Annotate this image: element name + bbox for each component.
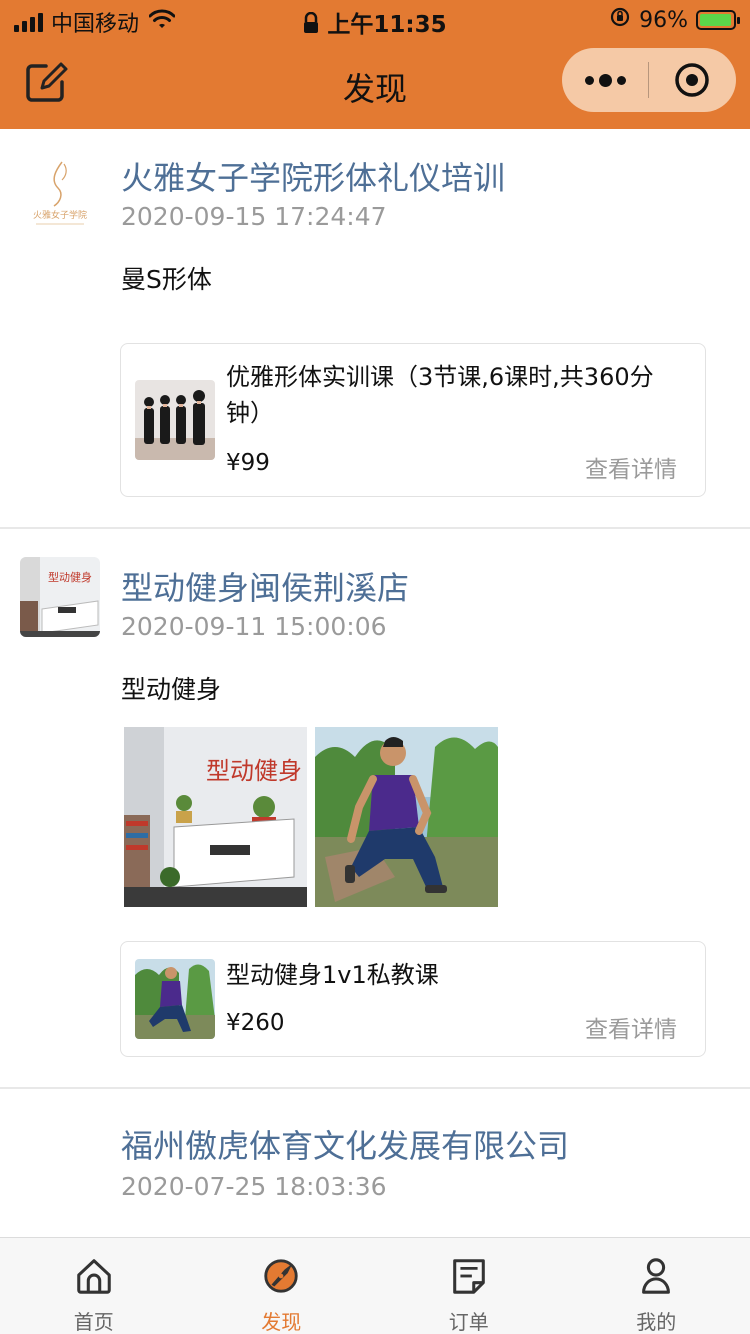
gym-front-desk-image: 型动健身	[20, 557, 100, 637]
svg-text:型动健身: 型动健身	[48, 570, 92, 584]
shop-name[interactable]: 火雅女子学院形体礼仪培训	[121, 153, 505, 199]
target-icon	[675, 63, 709, 97]
battery-percent: 96%	[639, 7, 688, 33]
tab-discover[interactable]: 发现	[188, 1238, 376, 1334]
feed-post: 火雅女子学院 火雅女子学院形体礼仪培训 2020-09-15 17:24:47 …	[0, 129, 750, 529]
course-price: ¥99	[226, 450, 270, 476]
course-name: 优雅形体实训课（3节课,6课时,共360分钟）	[226, 363, 654, 427]
post-time: 2020-07-25 18:03:36	[121, 1172, 387, 1201]
shop-name[interactable]: 型动健身闽侯荆溪店	[121, 563, 409, 609]
gym-reception-photo: 型动健身	[124, 727, 307, 907]
post-time: 2020-09-15 17:24:47	[121, 202, 387, 231]
navigation-bar: 发现	[0, 40, 750, 129]
discover-feed[interactable]: 火雅女子学院 火雅女子学院形体礼仪培训 2020-09-15 17:24:47 …	[0, 129, 750, 1237]
tab-profile[interactable]: 我的	[563, 1238, 750, 1334]
close-mini-program-button[interactable]	[649, 48, 735, 112]
discover-icon	[264, 1259, 298, 1293]
rotation-lock-icon	[609, 6, 631, 34]
svg-text:型动健身: 型动健身	[206, 757, 302, 785]
post-text: 型动健身	[121, 675, 222, 704]
course-thumbnail	[135, 380, 215, 460]
shop-name[interactable]: 福州傲虎体育文化发展有限公司	[121, 1121, 569, 1167]
course-card[interactable]: 优雅形体实训课（3节课,6课时,共360分钟） ¥99 查看详情	[120, 343, 706, 497]
battery-icon	[696, 10, 740, 30]
tab-bar: 首页 发现 订单 我的	[0, 1237, 750, 1334]
tab-label: 订单	[448, 1310, 489, 1334]
tab-label: 发现	[261, 1310, 302, 1334]
discover-page: 中国移动 上午11:35 96% 发现 火雅女子学院 火雅女子学院形体礼仪培训 …	[0, 0, 750, 1334]
tab-home[interactable]: 首页	[0, 1238, 188, 1334]
tab-label: 首页	[73, 1310, 114, 1334]
order-icon	[452, 1259, 485, 1294]
post-time: 2020-09-11 15:00:06	[121, 612, 387, 641]
header: 中国移动 上午11:35 96% 发现	[0, 0, 750, 129]
post-photo[interactable]	[315, 727, 498, 907]
shop-avatar[interactable]: 火雅女子学院	[20, 154, 100, 234]
post-text: 曼S形体	[121, 265, 212, 294]
tab-label: 我的	[636, 1310, 677, 1334]
feed-post: 福州傲虎体育文化发展有限公司 2020-07-25 18:03:36	[0, 1089, 750, 1237]
status-time: 上午11:35	[327, 12, 447, 38]
view-details-link[interactable]: 查看详情	[585, 1010, 677, 1044]
more-options-button[interactable]	[562, 48, 648, 112]
post-photo[interactable]: 型动健身	[124, 727, 307, 907]
lock-icon	[303, 11, 319, 40]
mini-program-capsule	[562, 48, 736, 112]
feed-post: 型动健身 型动健身闽侯荆溪店 2020-09-11 15:00:06 型动健身 …	[0, 529, 750, 1089]
profile-icon	[642, 1258, 671, 1294]
course-thumbnail	[135, 959, 215, 1039]
course-name: 型动健身1v1私教课	[226, 961, 439, 989]
view-details-link[interactable]: 查看详情	[585, 450, 677, 484]
home-icon	[76, 1259, 111, 1294]
status-bar: 中国移动 上午11:35 96%	[0, 0, 750, 40]
trainer-outdoor-photo	[315, 727, 498, 907]
course-price: ¥260	[226, 1010, 285, 1036]
svg-text:火雅女子学院: 火雅女子学院	[33, 209, 87, 221]
course-card[interactable]: 型动健身1v1私教课 ¥260 查看详情	[120, 941, 706, 1057]
tab-orders[interactable]: 订单	[375, 1238, 563, 1334]
shop-avatar[interactable]: 型动健身	[20, 557, 100, 637]
shop-logo-icon: 火雅女子学院	[33, 161, 87, 225]
